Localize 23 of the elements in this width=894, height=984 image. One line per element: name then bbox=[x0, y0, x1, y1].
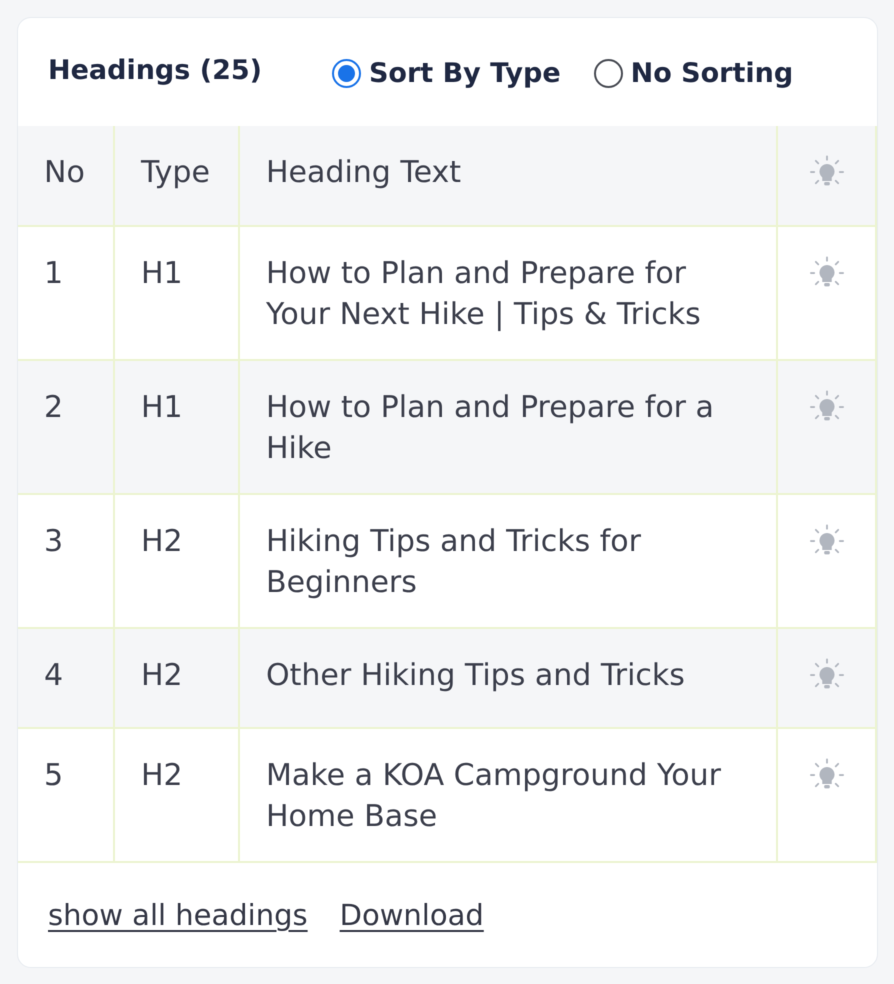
table-cell: How to Plan and Prepare for Your Next Hike | Tips & Tricks bbox=[239, 226, 777, 360]
table-cell: H2 bbox=[114, 494, 239, 628]
table-cell: H2 bbox=[114, 628, 239, 728]
table-cell: H1 bbox=[114, 226, 239, 360]
radio-option[interactable]: Sort By Type bbox=[332, 58, 561, 88]
table-cell: Hiking Tips and Tricks for Beginners bbox=[239, 494, 777, 628]
table-cell: 5 bbox=[18, 728, 114, 862]
table-cell: 4 bbox=[18, 628, 114, 728]
column-header: Type bbox=[114, 126, 239, 226]
footer-link[interactable]: Download bbox=[340, 898, 484, 932]
table-cell: 3 bbox=[18, 494, 114, 628]
table-cell: Other Hiking Tips and Tricks bbox=[239, 628, 777, 728]
column-header: No bbox=[18, 126, 114, 226]
panel-title: Headings (25) bbox=[48, 54, 262, 86]
table-cell: How to Plan and Prepare for a Hike bbox=[239, 360, 777, 494]
table-cell: H1 bbox=[114, 360, 239, 494]
table-cell: Make a KOA Campground Your Home Base bbox=[239, 728, 777, 862]
table-cell: H2 bbox=[114, 728, 239, 862]
table-cell: 1 bbox=[18, 226, 114, 360]
column-header: Heading Text bbox=[239, 126, 777, 226]
table-cell: 2 bbox=[18, 360, 114, 494]
footer-link[interactable]: show all headings bbox=[48, 898, 308, 932]
radio-option[interactable]: No Sorting bbox=[594, 58, 794, 88]
